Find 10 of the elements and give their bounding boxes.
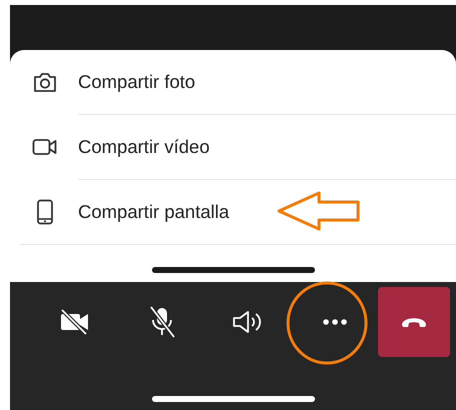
microphone-off-icon	[148, 306, 176, 338]
hang-up-icon	[400, 316, 428, 328]
menu-item[interactable]: Compartir vídeo	[10, 115, 456, 179]
menu-item[interactable]: Compartir foto	[10, 50, 456, 114]
phone-icon	[36, 199, 54, 225]
menu-item[interactable]: Compartir pantalla	[10, 180, 456, 244]
end-call-button[interactable]	[378, 287, 450, 357]
more-icon	[322, 319, 347, 325]
camera-icon	[33, 71, 57, 93]
video-camera-icon	[32, 138, 58, 156]
